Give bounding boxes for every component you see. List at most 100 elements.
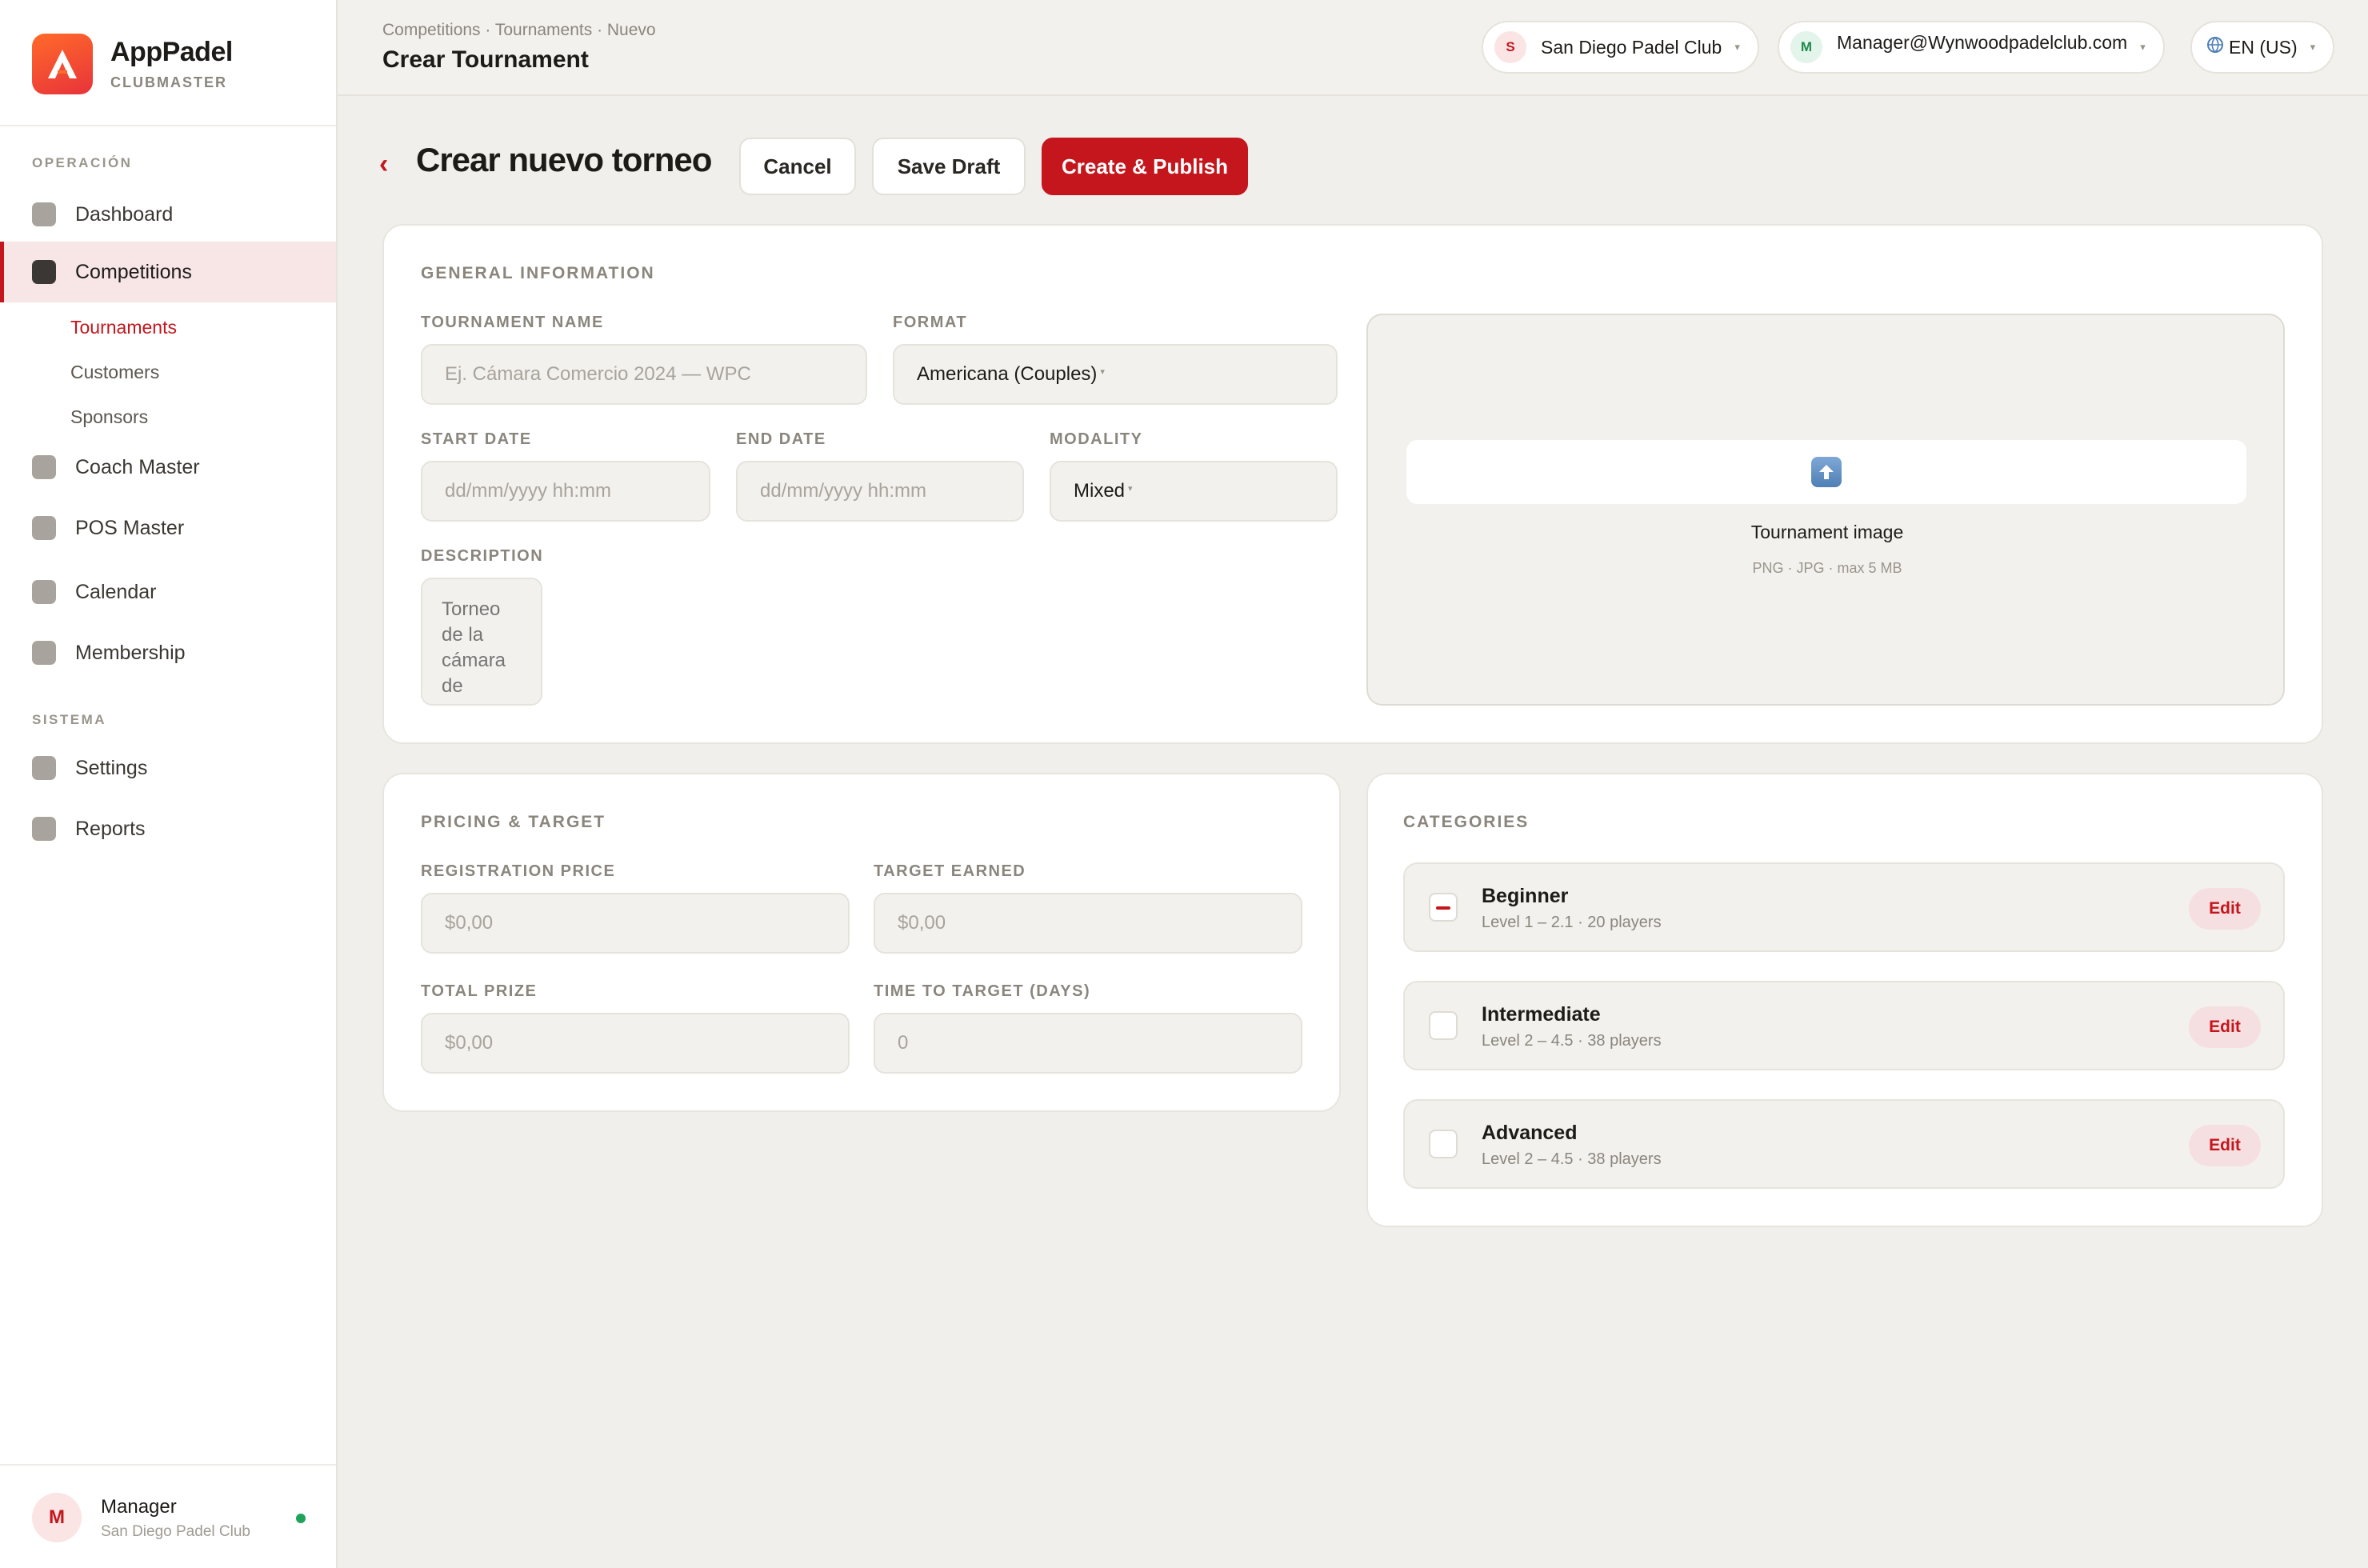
sidebar-item-calendar[interactable]: Calendar: [0, 562, 336, 622]
competitions-icon: [32, 260, 56, 284]
category-checkbox[interactable]: [1429, 893, 1458, 922]
club-badge: S: [1494, 31, 1526, 63]
sidebar-subitem-sponsors[interactable]: Sponsors: [70, 406, 148, 428]
category-name: Beginner: [1482, 885, 1569, 907]
sidebar-item-label: Dashboard: [75, 202, 174, 226]
divider: [0, 125, 336, 126]
edit-category-button[interactable]: Edit: [2189, 1006, 2261, 1048]
chevron-down-icon: ▾: [1128, 483, 1133, 494]
user-name: Manager: [101, 1496, 177, 1518]
category-meta: Level 1 – 2.1 · 20 players: [1482, 914, 1662, 931]
page-title: Crear nuevo torneo: [416, 141, 712, 178]
dashboard-icon: [32, 202, 56, 226]
start-date-input[interactable]: [421, 461, 710, 522]
edit-category-button[interactable]: Edit: [2189, 888, 2261, 930]
registration-price-label: REGISTRATION PRICE: [421, 862, 616, 880]
modality-label: MODALITY: [1050, 430, 1143, 448]
category-name: Advanced: [1482, 1122, 1578, 1144]
registration-price-input[interactable]: [421, 893, 850, 954]
sidebar-item-pos-master[interactable]: POS Master: [0, 498, 336, 558]
time-to-target-input[interactable]: [874, 1013, 1302, 1074]
upload-label: Tournament image: [1750, 522, 1904, 542]
upload-icon: [1811, 457, 1842, 487]
save-draft-button[interactable]: Save Draft: [872, 138, 1026, 195]
user-profile[interactable]: M Manager San Diego Padel Club: [0, 1464, 336, 1568]
user-club: San Diego Padel Club: [101, 1523, 250, 1540]
total-prize-input[interactable]: [421, 1013, 850, 1074]
account-selector[interactable]: M Manager@Wynwoodpadelclub.com ▾: [1778, 21, 2165, 74]
brand-name: AppPadel: [110, 37, 233, 67]
sidebar-item-competitions[interactable]: Competitions: [0, 242, 336, 302]
sidebar-item-membership[interactable]: Membership: [0, 622, 336, 683]
back-icon[interactable]: ‹: [379, 149, 388, 180]
sidebar-item-label: Reports: [75, 817, 146, 840]
settings-icon: [32, 756, 56, 780]
section-label-sistema: SISTEMA: [32, 712, 107, 727]
sidebar-item-dashboard[interactable]: Dashboard: [0, 184, 336, 245]
chevron-down-icon: ▾: [2310, 41, 2316, 53]
target-earned-input[interactable]: [874, 893, 1302, 954]
sidebar-subitem-tournaments[interactable]: Tournaments: [70, 317, 177, 338]
membership-icon: [32, 641, 56, 665]
sidebar-item-label: Settings: [75, 756, 148, 779]
section-label-operacion: OPERACIÓN: [32, 155, 133, 170]
language-selector[interactable]: EN (US) ▾: [2190, 21, 2335, 74]
target-earned-label: TARGET EARNED: [874, 862, 1026, 880]
end-date-label: END DATE: [736, 430, 826, 448]
format-select[interactable]: Americana (Couples) ▾: [893, 344, 1338, 405]
end-date-input[interactable]: [736, 461, 1024, 522]
category-meta: Level 2 – 4.5 · 38 players: [1482, 1032, 1662, 1050]
club-selector[interactable]: S San Diego Padel Club ▾: [1482, 21, 1759, 74]
category-checkbox[interactable]: [1429, 1130, 1458, 1158]
sidebar-item-label: Membership: [75, 641, 186, 664]
reports-icon: [32, 817, 56, 841]
sidebar-item-label: Calendar: [75, 580, 157, 603]
sidebar-item-label: Coach Master: [75, 455, 200, 478]
coach-master-icon: [32, 455, 56, 479]
globe-icon: [2206, 36, 2224, 58]
sidebar-item-settings[interactable]: Settings: [0, 738, 336, 798]
modality-select[interactable]: Mixed ▾: [1050, 461, 1338, 522]
topbar-title: Crear Tournament: [382, 46, 589, 73]
avatar: M: [32, 1493, 82, 1542]
apppadel-logo-icon: [32, 34, 93, 94]
description-label: DESCRIPTION: [421, 547, 544, 565]
category-checkbox[interactable]: [1429, 1011, 1458, 1040]
sidebar-item-label: POS Master: [75, 516, 185, 539]
topbar: Competitions · Tournaments · Nuevo Crear…: [338, 0, 2368, 96]
description-textarea[interactable]: [421, 578, 542, 706]
category-row-beginner: Beginner Level 1 – 2.1 · 20 players Edit: [1403, 862, 2285, 952]
sidebar-item-coach-master[interactable]: Coach Master: [0, 437, 336, 498]
online-status-icon: [296, 1514, 306, 1523]
category-row-advanced: Advanced Level 2 – 4.5 · 38 players Edit: [1403, 1099, 2285, 1189]
account-email: Manager@Wynwoodpadelclub.com: [1837, 31, 2128, 53]
upload-dropzone[interactable]: [1406, 440, 2246, 504]
sidebar-item-reports[interactable]: Reports: [0, 798, 336, 859]
account-badge: M: [1790, 31, 1822, 63]
brand[interactable]: AppPadel CLUBMASTER: [32, 34, 233, 94]
modality-value: Mixed: [1074, 480, 1126, 502]
sidebar: AppPadel CLUBMASTER OPERACIÓN Dashboard …: [0, 0, 338, 1568]
language-label: EN (US): [2229, 36, 2298, 58]
edit-category-button[interactable]: Edit: [2189, 1125, 2261, 1166]
time-to-target-label: TIME TO TARGET (DAYS): [874, 982, 1091, 1000]
category-row-intermediate: Intermediate Level 2 – 4.5 · 38 players …: [1403, 981, 2285, 1070]
category-name: Intermediate: [1482, 1003, 1601, 1026]
tournament-name-input[interactable]: [421, 344, 867, 405]
cancel-button[interactable]: Cancel: [739, 138, 856, 195]
create-publish-button[interactable]: Create & Publish: [1042, 138, 1248, 195]
tournament-name-label: TOURNAMENT NAME: [421, 314, 604, 331]
start-date-label: START DATE: [421, 430, 532, 448]
format-value: Americana (Couples): [917, 363, 1098, 385]
breadcrumb: Competitions · Tournaments · Nuevo: [382, 21, 656, 39]
sidebar-item-label: Competitions: [75, 260, 192, 283]
calendar-icon: [32, 580, 56, 604]
tournament-image-upload[interactable]: Tournament image PNG · JPG · max 5 MB: [1366, 314, 2285, 706]
format-label: FORMAT: [893, 314, 968, 331]
upload-hint: PNG · JPG · max 5 MB: [1752, 560, 1902, 576]
pos-master-icon: [32, 516, 56, 540]
categories-title: CATEGORIES: [1403, 813, 1530, 831]
sidebar-subitem-customers[interactable]: Customers: [70, 362, 159, 383]
category-meta: Level 2 – 4.5 · 38 players: [1482, 1150, 1662, 1168]
club-name: San Diego Padel Club: [1541, 36, 1722, 58]
